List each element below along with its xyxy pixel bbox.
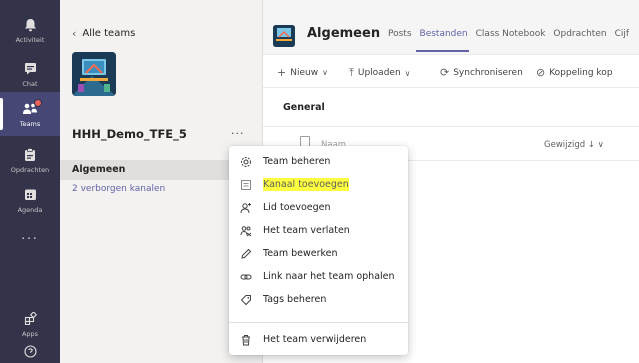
calendar-icon xyxy=(22,187,38,203)
assignments-icon xyxy=(22,147,38,163)
channel-algemeen[interactable]: Algemeen xyxy=(72,164,125,175)
rail-calendar[interactable]: Agenda xyxy=(0,178,60,222)
chevron-down-icon: ∨ xyxy=(322,68,328,77)
menu-item-label: Team bewerken xyxy=(263,248,338,259)
tab-assignments[interactable]: Opdrachten xyxy=(553,29,606,39)
menu-item-manage-team[interactable]: Team beheren xyxy=(229,151,408,172)
menu-item-delete-team[interactable]: Het team verwijderen xyxy=(229,329,408,350)
rail-label: Apps xyxy=(21,329,39,338)
hidden-channels-link[interactable]: 2 verborgen kanalen xyxy=(72,184,165,194)
back-label: Alle teams xyxy=(82,28,136,39)
add-person-icon xyxy=(229,202,263,214)
upload-icon: ⤒ xyxy=(349,66,354,79)
rail-more-icon[interactable]: ... xyxy=(0,228,60,242)
bell-icon xyxy=(22,17,38,33)
rail-label: Opdrachten xyxy=(10,165,50,174)
files-toolbar: + Nieuw ∨ ⤒ Uploaden ∨ ⟳ Synchroniseren … xyxy=(263,54,639,88)
apps-icon xyxy=(22,311,38,327)
menu-item-label: Link naar het team ophalen xyxy=(263,271,395,282)
pencil-icon xyxy=(229,248,263,260)
plus-icon: + xyxy=(277,66,287,79)
sync-button[interactable]: ⟳ Synchroniseren xyxy=(440,66,523,79)
rail-assignments[interactable]: Opdrachten xyxy=(0,138,60,182)
team-logo xyxy=(72,52,116,96)
rail-help[interactable] xyxy=(0,340,60,362)
divider xyxy=(263,126,639,127)
rail-activity[interactable]: Activiteit xyxy=(0,8,60,52)
leave-icon xyxy=(229,225,263,237)
channel-title: Algemeen xyxy=(307,26,381,41)
help-icon xyxy=(22,343,38,359)
back-to-teams-link[interactable]: ‹ Alle teams xyxy=(72,27,135,40)
tab-grades[interactable]: Cijf xyxy=(615,29,629,39)
tab-posts[interactable]: Posts xyxy=(388,29,412,39)
menu-item-manage-tags[interactable]: Tags beheren xyxy=(229,289,408,310)
tag-icon xyxy=(229,294,263,306)
menu-item-label: Tags beheren xyxy=(263,294,327,305)
menu-item-edit-team[interactable]: Team bewerken xyxy=(229,243,408,264)
link-icon xyxy=(229,271,263,283)
menu-item-label: Kanaal toevoegen xyxy=(263,178,349,191)
add-channel-icon xyxy=(229,179,263,191)
more-options-icon[interactable]: ... xyxy=(231,124,245,137)
rail-label: Agenda xyxy=(17,205,43,214)
channel-header: Algemeen Posts Bestanden Class Notebook … xyxy=(263,0,639,54)
rail-chat[interactable]: Chat xyxy=(0,52,60,96)
chat-icon xyxy=(22,61,38,77)
channel-tabs: Posts Bestanden Class Notebook Opdrachte… xyxy=(388,29,629,39)
menu-divider xyxy=(229,322,408,323)
tab-files[interactable]: Bestanden xyxy=(420,29,468,39)
copy-link-label: Koppeling kop xyxy=(549,67,613,78)
menu-item-add-member[interactable]: Lid toevoegen xyxy=(229,197,408,218)
chevron-left-icon: ‹ xyxy=(72,27,77,40)
menu-item-label: Lid toevoegen xyxy=(263,202,331,213)
rail-label: Activiteit xyxy=(15,35,45,44)
copy-link-button[interactable]: ⊘ Koppeling kop xyxy=(536,66,613,79)
rail-label: Chat xyxy=(22,79,38,88)
rail-teams[interactable]: Teams xyxy=(0,92,60,136)
trash-icon xyxy=(229,334,263,346)
sync-icon: ⟳ xyxy=(440,66,450,79)
link-icon: ⊘ xyxy=(536,66,546,79)
upload-button[interactable]: ⤒ Uploaden ∨ xyxy=(349,66,411,80)
menu-item-leave-team[interactable]: Het team verlaten xyxy=(229,220,408,241)
chevron-down-icon: ∨ xyxy=(404,68,411,78)
menu-item-get-link[interactable]: Link naar het team ophalen xyxy=(229,266,408,287)
menu-item-add-channel[interactable]: Kanaal toevoegen xyxy=(229,174,408,195)
notification-badge xyxy=(34,99,42,107)
active-tab-indicator xyxy=(416,50,469,52)
menu-item-label: Het team verwijderen xyxy=(263,334,367,345)
menu-item-label: Team beheren xyxy=(263,156,331,167)
menu-item-label: Het team verlaten xyxy=(263,225,350,236)
rail-label: Teams xyxy=(19,119,41,128)
team-name: HHH_Demo_TFE_5 xyxy=(72,127,187,141)
new-button[interactable]: + Nieuw ∨ xyxy=(277,66,328,79)
sync-label: Synchroniseren xyxy=(453,67,523,78)
team-context-menu: Team beheren Kanaal toevoegen Lid toevoe… xyxy=(229,146,408,355)
upload-label: Uploaden xyxy=(357,68,401,78)
app-rail: Activiteit Chat Teams Opdrachten Agenda … xyxy=(0,0,60,363)
gear-icon xyxy=(229,156,263,168)
column-modified-header[interactable]: Gewijzigd ↓ ∨ xyxy=(544,140,604,150)
folder-title: General xyxy=(283,102,325,113)
new-label: Nieuw xyxy=(290,67,319,78)
tab-class-notebook[interactable]: Class Notebook xyxy=(476,29,546,39)
channel-team-icon xyxy=(273,25,295,47)
